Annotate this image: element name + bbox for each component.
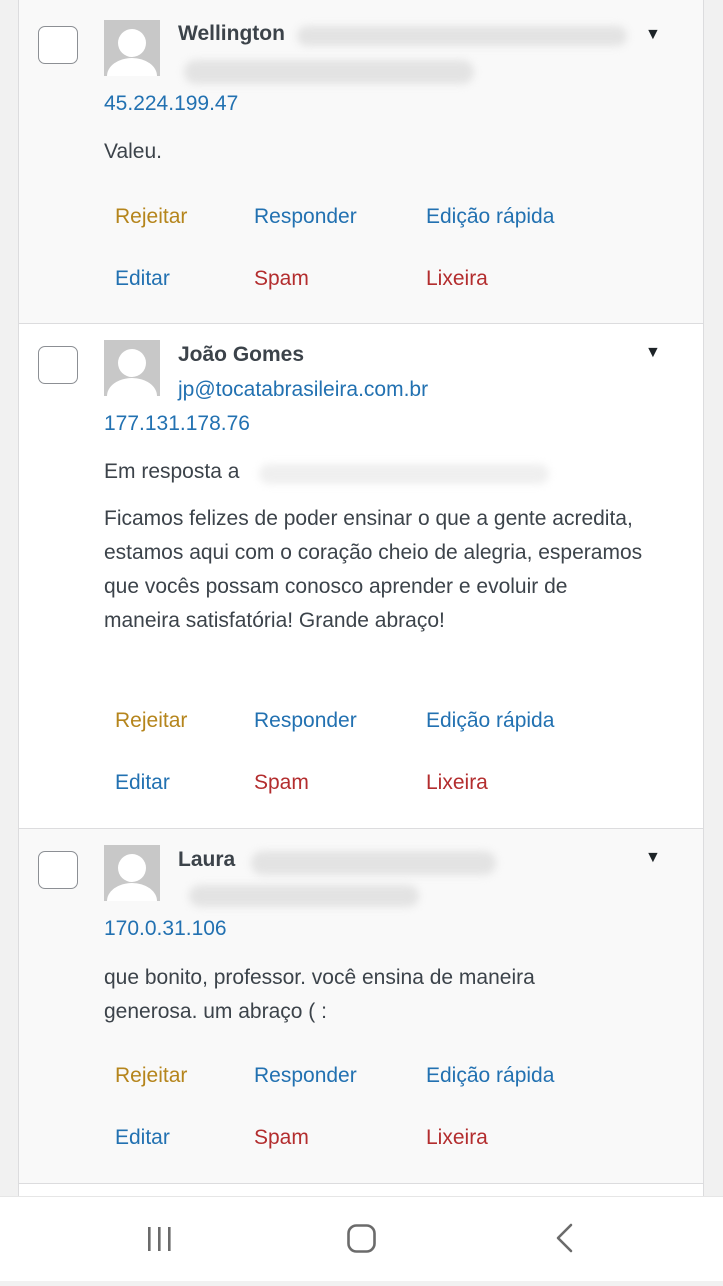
- reject-link[interactable]: Rejeitar: [115, 205, 187, 229]
- comment-checkbox[interactable]: [38, 26, 78, 64]
- comment-row: Wellington ▼ 45.224.199.47 Valeu. Rejeit…: [19, 0, 703, 324]
- reject-link[interactable]: Rejeitar: [115, 709, 187, 733]
- home-button[interactable]: [321, 1197, 401, 1281]
- trash-link[interactable]: Lixeira: [426, 1126, 488, 1150]
- comment-checkbox[interactable]: [38, 346, 78, 384]
- row-toggle-icon[interactable]: ▼: [645, 849, 661, 867]
- edit-link[interactable]: Editar: [115, 771, 170, 795]
- comment-ip[interactable]: 45.224.199.47: [104, 92, 238, 116]
- row-toggle-icon[interactable]: ▼: [645, 26, 661, 44]
- back-button[interactable]: [524, 1197, 604, 1281]
- comment-author[interactable]: Laura: [178, 848, 235, 872]
- redacted-email: [184, 60, 474, 84]
- comment-row: João Gomes jp@tocatabrasileira.com.br ▼ …: [19, 324, 703, 829]
- reply-link[interactable]: Responder: [254, 205, 357, 229]
- android-nav-bar: [0, 1196, 723, 1281]
- back-icon: [556, 1223, 573, 1253]
- edit-link[interactable]: Editar: [115, 1126, 170, 1150]
- reply-link[interactable]: Responder: [254, 709, 357, 733]
- comment-checkbox[interactable]: [38, 851, 78, 889]
- comment-text: Valeu.: [104, 140, 162, 163]
- comment-ip[interactable]: 170.0.31.106: [104, 917, 227, 941]
- comment-author[interactable]: João Gomes: [178, 343, 304, 367]
- trash-link[interactable]: Lixeira: [426, 267, 488, 291]
- edit-link[interactable]: Editar: [115, 267, 170, 291]
- avatar: [104, 340, 160, 396]
- recent-apps-icon: [148, 1227, 171, 1251]
- quick-edit-link[interactable]: Edição rápida: [426, 1064, 554, 1088]
- reply-link[interactable]: Responder: [254, 1064, 357, 1088]
- avatar: [104, 845, 160, 901]
- redacted-author-surname: [251, 851, 496, 875]
- spam-link[interactable]: Spam: [254, 771, 309, 795]
- comment-row: Laura ▼ 170.0.31.106 que bonito, profess…: [19, 829, 703, 1184]
- redacted-email: [189, 885, 419, 907]
- reject-link[interactable]: Rejeitar: [115, 1064, 187, 1088]
- redacted-reply-target: [259, 464, 549, 484]
- comment-ip[interactable]: 177.131.178.76: [104, 412, 250, 436]
- in-reply-to: Em resposta a: [104, 460, 240, 483]
- avatar: [104, 20, 160, 76]
- quick-edit-link[interactable]: Edição rápida: [426, 709, 554, 733]
- comment-text: Ficamos felizes de poder ensinar o que a…: [104, 507, 643, 632]
- spam-link[interactable]: Spam: [254, 1126, 309, 1150]
- quick-edit-link[interactable]: Edição rápida: [426, 205, 554, 229]
- row-toggle-icon[interactable]: ▼: [645, 344, 661, 362]
- recent-apps-button[interactable]: [119, 1197, 199, 1281]
- trash-link[interactable]: Lixeira: [426, 771, 488, 795]
- comment-email[interactable]: jp@tocatabrasileira.com.br: [178, 378, 428, 402]
- comment-text: que bonito, professor. você ensina de ma…: [104, 966, 535, 1023]
- redacted-author-surname: [297, 26, 627, 46]
- comments-list: Wellington ▼ 45.224.199.47 Valeu. Rejeit…: [18, 0, 704, 1225]
- home-icon: [347, 1224, 376, 1253]
- comment-author[interactable]: Wellington: [178, 22, 285, 46]
- spam-link[interactable]: Spam: [254, 267, 309, 291]
